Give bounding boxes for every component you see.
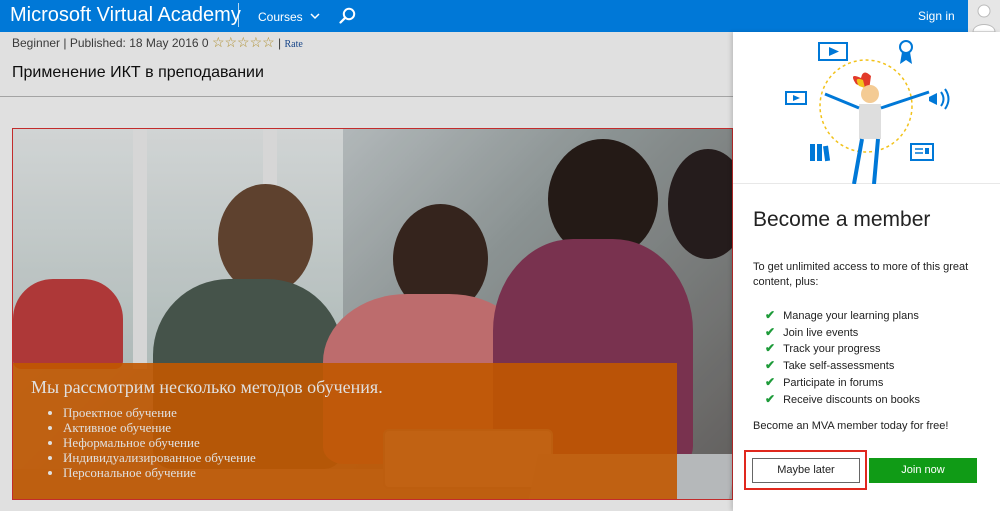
- check-icon: ✔: [765, 391, 776, 406]
- dialog-body: Become a member To get unlimited access …: [733, 184, 1000, 511]
- search-icon[interactable]: [339, 7, 357, 25]
- divider: [238, 3, 239, 27]
- benefit-label: Participate in forums: [783, 376, 884, 389]
- sound-icon: [929, 88, 950, 110]
- check-icon: ✔: [765, 374, 776, 389]
- courses-menu[interactable]: Courses: [258, 9, 320, 24]
- benefit-label: Receive discounts on books: [783, 393, 921, 406]
- badge-icon: [899, 40, 913, 64]
- join-now-button[interactable]: Join now: [869, 458, 977, 483]
- check-icon: ✔: [765, 341, 776, 356]
- become-member-dialog: Become a member To get unlimited access …: [733, 32, 1000, 511]
- benefit-label: Take self-assessments: [783, 360, 895, 373]
- maybe-later-button[interactable]: Maybe later: [752, 458, 860, 483]
- benefit-label: Join live events: [783, 326, 859, 339]
- brand-logo-text[interactable]: Microsoft Virtual Academy: [10, 4, 241, 27]
- list-item: ✔ Take self-assessments: [765, 358, 920, 375]
- video-icon: [785, 91, 807, 105]
- check-icon: ✔: [765, 308, 776, 322]
- user-icon: [972, 4, 996, 33]
- dialog-intro: To get unlimited access to more of this …: [753, 261, 969, 288]
- dialog-title: Become a member: [753, 208, 931, 231]
- member-illustration: [733, 32, 1000, 185]
- list-item: ✔ Manage your learning plans: [765, 308, 920, 325]
- person-figure: [824, 72, 930, 185]
- top-navigation-bar: Microsoft Virtual Academy Courses Sign i…: [0, 0, 1000, 33]
- list-item: ✔ Track your progress: [765, 341, 920, 358]
- modal-backdrop[interactable]: [0, 32, 733, 511]
- signin-link[interactable]: Sign in: [918, 9, 955, 23]
- list-item: ✔ Join live events: [765, 325, 920, 342]
- chevron-down-icon: [310, 9, 320, 23]
- books-icon: [810, 144, 831, 162]
- list-item: ✔ Receive discounts on books: [765, 392, 920, 409]
- list-item: ✔ Participate in forums: [765, 375, 920, 392]
- avatar[interactable]: [968, 0, 1000, 33]
- document-icon: [910, 143, 934, 161]
- benefit-label: Manage your learning plans: [783, 310, 919, 322]
- video-icon: [818, 42, 848, 61]
- check-icon: ✔: [765, 358, 776, 373]
- highlight-box: Maybe later: [744, 450, 867, 490]
- benefit-label: Track your progress: [783, 343, 881, 356]
- benefits-list: ✔ Manage your learning plans ✔ Join live e…: [765, 308, 920, 408]
- courses-label: Courses: [258, 10, 303, 24]
- check-icon: ✔: [765, 324, 776, 339]
- dialog-cta-text: Become an MVA member today for free!: [753, 420, 949, 432]
